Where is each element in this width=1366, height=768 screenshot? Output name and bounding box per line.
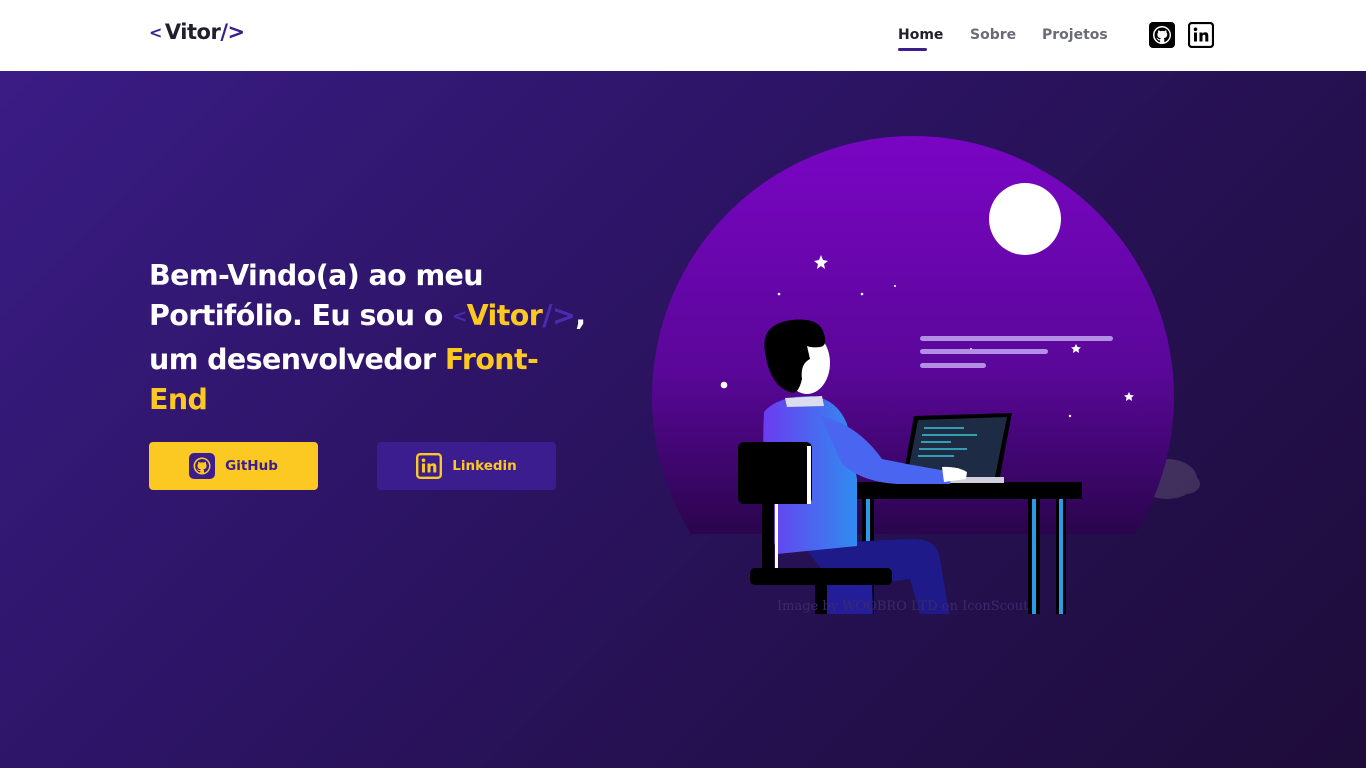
site-logo[interactable]: < Vitor/> xyxy=(149,20,245,44)
headline-name-open-bracket: < xyxy=(452,306,467,327)
logo-open-bracket: < xyxy=(149,23,162,42)
logo-close-bracket: /> xyxy=(220,20,245,44)
logo-name: Vitor xyxy=(164,20,221,44)
moon-shape xyxy=(989,183,1061,255)
headline-line-2-suffix: , xyxy=(575,299,586,332)
nav-link-projetos-label: Projetos xyxy=(1042,27,1108,43)
linkedin-button-label: Linkedin xyxy=(452,458,517,474)
headline-line-3-highlight: Front- xyxy=(444,343,539,376)
nav-link-projetos[interactable]: Projetos xyxy=(1042,27,1108,43)
hero-headline: Bem-Vindo(a) ao meu Portifólio. Eu sou o… xyxy=(149,256,589,420)
hero-section: Bem-Vindo(a) ao meu Portifólio. Eu sou o… xyxy=(0,71,1366,768)
linkedin-button[interactable]: Linkedin xyxy=(377,442,556,490)
nav-link-sobre[interactable]: Sobre xyxy=(970,27,1016,43)
linkedin-button-icon xyxy=(416,453,443,479)
nav-active-underline xyxy=(898,48,927,51)
github-button-label: GitHub xyxy=(225,458,278,474)
headline-line-3-prefix: um desenvolvedor xyxy=(149,343,436,376)
nav-link-sobre-label: Sobre xyxy=(970,27,1017,43)
github-button[interactable]: GitHub xyxy=(149,442,318,490)
headline-line-4-highlight: End xyxy=(149,383,208,416)
headline-line-2-prefix: Portifólio. Eu sou o xyxy=(149,299,443,332)
nav-link-home[interactable]: Home xyxy=(898,27,944,51)
navbar: < Vitor/> Home Sobre Projetos xyxy=(0,0,1366,71)
github-button-icon xyxy=(189,453,216,479)
github-icon[interactable] xyxy=(1149,22,1175,48)
developer-illustration xyxy=(652,134,1212,670)
linkedin-icon[interactable] xyxy=(1187,21,1215,49)
nav-link-home-label: Home xyxy=(898,27,944,43)
headline-name-close-bracket: /> xyxy=(542,299,576,332)
headline-line-1: Bem-Vindo(a) ao meu xyxy=(149,259,484,292)
headline-name: Vitor xyxy=(466,299,543,332)
image-credit[interactable]: Image by WOOBRO LTD on IconScout xyxy=(777,599,1028,614)
